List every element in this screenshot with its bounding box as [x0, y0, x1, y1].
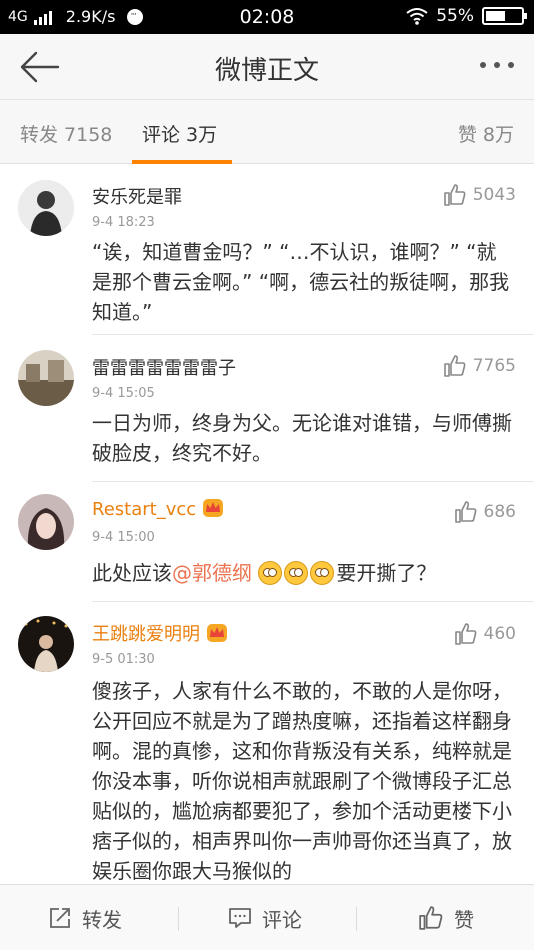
- commenter-name[interactable]: Restart_vcc: [92, 498, 224, 520]
- comment-button[interactable]: 评论: [228, 885, 302, 950]
- avatar[interactable]: [18, 350, 74, 406]
- comment-text: “诶，知道曹金吗？” “…不认识，谁啊？” “就是那个曹云金啊。” “啊，德云社…: [92, 240, 510, 324]
- comment-icon: [229, 908, 251, 928]
- comment-time: 9-4 15:00: [92, 530, 155, 545]
- comment-time: 9-4 15:05: [92, 386, 155, 401]
- comment-item: 王跳跳爱明明 9-5 01:30 460 傻孩子，人家有什么不敢的，不敢的人是你…: [0, 602, 534, 884]
- comment-item: 安乐死是罪 9-4 18:23 5043 “诶，知道曹金吗？” “…不认识，谁啊…: [0, 165, 534, 335]
- like-button[interactable]: 7765: [443, 354, 516, 378]
- tab-bar: 转发 7158 评论 3万 赞 8万: [0, 100, 534, 164]
- like-count: 460: [483, 624, 516, 644]
- more-options-icon[interactable]: [480, 62, 514, 68]
- thumbs-up-icon: [454, 501, 476, 523]
- wifi-icon: [406, 8, 428, 25]
- comment-time: 9-5 01:30: [92, 652, 155, 667]
- avatar[interactable]: [18, 180, 74, 236]
- thumbs-up-icon: [443, 184, 466, 206]
- shocked-emoji-icon: [258, 561, 283, 585]
- comment-text: 傻孩子，人家有什么不敢的，不敢的人是你呀，公开回应不就是为了蹭热度嘛，还指着这样…: [92, 679, 512, 883]
- repost-button[interactable]: 转发: [48, 885, 122, 950]
- mention-link[interactable]: @郭德纲: [172, 561, 252, 585]
- thumbs-up-icon: [443, 355, 466, 377]
- status-bar: 4G 2.9K/s 02:08 55%: [0, 0, 534, 34]
- comment-item: Restart_vcc 9-4 15:00 686 此处应该@郭德纲 要开撕了？: [0, 482, 534, 602]
- comment-item: 雷雷雷雷雷雷雷子 9-4 15:05 7765 一日为师，终身为父。无论谁对谁错…: [0, 336, 534, 482]
- comment-text: 此处应该@郭德纲 要开撕了？: [92, 558, 514, 588]
- comment-text-after: 要开撕了？: [336, 561, 437, 585]
- tab-comments[interactable]: 评论 3万: [142, 120, 217, 147]
- vip-crown-icon: [203, 499, 224, 517]
- like-button[interactable]: 460: [454, 622, 516, 646]
- commenter-name[interactable]: 雷雷雷雷雷雷雷子: [92, 354, 236, 380]
- shocked-emoji-icon: [310, 561, 335, 585]
- like-post-button[interactable]: 赞: [418, 885, 474, 950]
- comment-text: 一日为师，终身为父。无论谁对谁错，与师傅撕破脸皮，终究不好。: [92, 411, 512, 465]
- avatar[interactable]: [18, 494, 74, 550]
- active-tab-indicator: [132, 160, 232, 164]
- like-button[interactable]: 686: [454, 500, 516, 524]
- tab-reposts[interactable]: 转发 7158: [20, 120, 112, 147]
- like-label: 赞: [454, 907, 474, 932]
- navigation-bar: 微博正文: [0, 34, 534, 100]
- repost-label: 转发: [82, 907, 122, 932]
- commenter-name[interactable]: 王跳跳爱明明: [92, 620, 228, 646]
- commenter-name-text: 王跳跳爱明明: [92, 624, 200, 645]
- like-count: 5043: [472, 185, 516, 205]
- commenter-name-text: Restart_vcc: [92, 499, 197, 520]
- bottom-action-bar: 转发 评论 赞: [0, 884, 534, 950]
- thumbs-up-icon: [419, 906, 443, 930]
- battery-icon: [482, 7, 527, 25]
- avatar[interactable]: [18, 616, 74, 672]
- like-count: 686: [483, 502, 516, 522]
- repost-icon: [50, 908, 70, 928]
- divider: [178, 907, 179, 931]
- battery-percent: 55%: [436, 6, 474, 26]
- vip-crown-icon: [207, 624, 227, 642]
- page-title: 微博正文: [214, 56, 319, 86]
- divider: [356, 907, 357, 931]
- tab-likes[interactable]: 赞 8万: [458, 120, 514, 147]
- comment-label: 评论: [262, 907, 302, 932]
- like-count: 7765: [472, 356, 516, 376]
- like-button[interactable]: 5043: [443, 183, 516, 207]
- comment-time: 9-4 18:23: [92, 215, 155, 230]
- divider: [92, 334, 534, 335]
- comment-text-before: 此处应该: [92, 561, 172, 585]
- shocked-emoji-icon: [284, 561, 309, 585]
- thumbs-up-icon: [454, 623, 476, 645]
- commenter-name[interactable]: 安乐死是罪: [92, 183, 182, 209]
